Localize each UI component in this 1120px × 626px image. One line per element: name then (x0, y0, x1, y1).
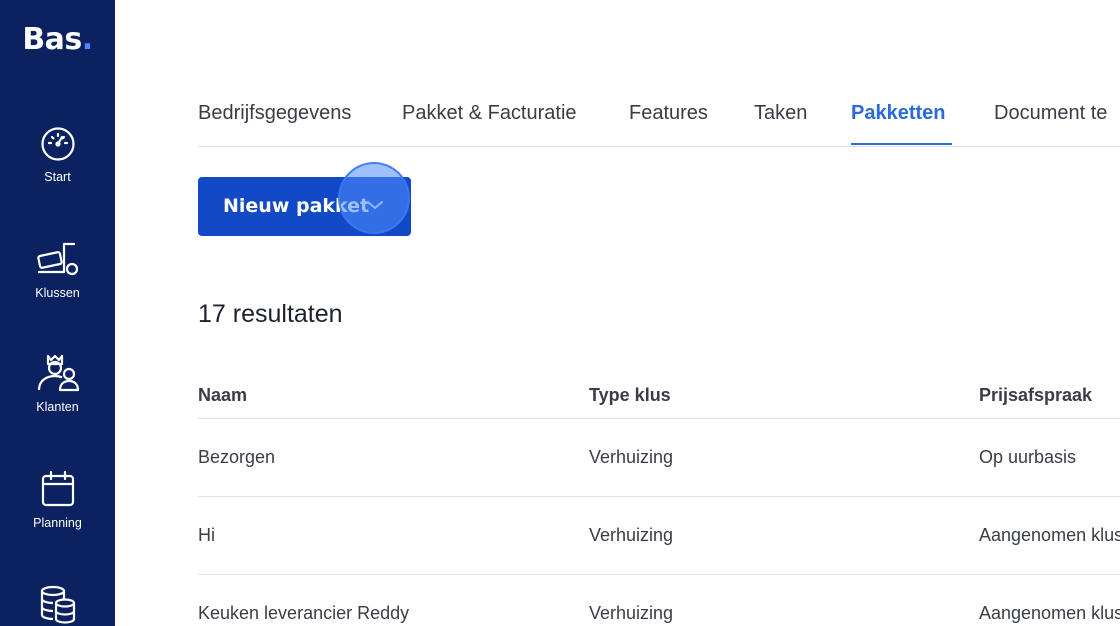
cell-type-klus: Verhuizing (589, 603, 674, 623)
cell-naam: Keuken leverancier Reddy (198, 603, 410, 623)
logo-dot: . (81, 22, 93, 57)
tab-bedrijfsgegevens[interactable]: Bedrijfsgegevens (198, 102, 351, 125)
column-header-naam[interactable]: Naam (198, 385, 247, 406)
active-tab-indicator (851, 143, 952, 145)
customers-icon (37, 354, 79, 392)
moving-dolly-icon (36, 242, 78, 276)
calendar-icon (41, 470, 74, 507)
column-header-type-klus[interactable]: Type klus (589, 385, 671, 406)
cell-naam: Hi (198, 525, 215, 545)
cell-prijsafspraak: Op uurbasis (979, 447, 1077, 467)
tab-pakket-facturatie[interactable]: Pakket & Facturatie (402, 102, 577, 125)
tab-document-templates[interactable]: Document te (994, 102, 1107, 125)
cell-naam: Bezorgen (198, 447, 276, 467)
sidebar: Bas. Start Klussen Klanten Planning (0, 0, 115, 626)
divider (198, 574, 1120, 575)
cell-prijsafspraak: Aangenomen klus (979, 603, 1120, 623)
database-icon (40, 585, 75, 624)
tab-pakketten[interactable]: Pakketten (851, 102, 946, 125)
tab-features[interactable]: Features (629, 102, 708, 125)
app-logo[interactable]: Bas. (0, 22, 115, 57)
cell-prijsafspraak: Aangenomen klus (979, 525, 1120, 545)
sidebar-item-planning[interactable]: Planning (0, 470, 115, 530)
cell-type-klus: Verhuizing (589, 525, 674, 545)
column-header-prijsafspraak[interactable]: Prijsafspraak (979, 385, 1092, 406)
sidebar-item-label: Start (44, 170, 71, 184)
sidebar-item-klanten[interactable]: Klanten (0, 354, 115, 414)
sidebar-item-database[interactable] (0, 584, 115, 624)
divider (198, 496, 1120, 497)
sidebar-item-klussen[interactable]: Klussen (0, 240, 115, 300)
sidebar-item-label: Planning (33, 516, 82, 530)
sidebar-item-start[interactable]: Start (0, 126, 115, 184)
results-count: 17 resultaten (198, 300, 343, 328)
sidebar-item-label: Klussen (35, 286, 80, 300)
gauge-icon (40, 127, 75, 161)
click-indicator (338, 162, 410, 234)
logo-text: Bas (22, 22, 82, 57)
cell-type-klus: Verhuizing (589, 447, 674, 467)
tab-taken[interactable]: Taken (754, 102, 807, 125)
settings-tabs: Bedrijfsgegevens Pakket & Facturatie Fea… (198, 100, 1120, 147)
divider (198, 418, 1120, 419)
sidebar-item-label: Klanten (36, 400, 79, 414)
